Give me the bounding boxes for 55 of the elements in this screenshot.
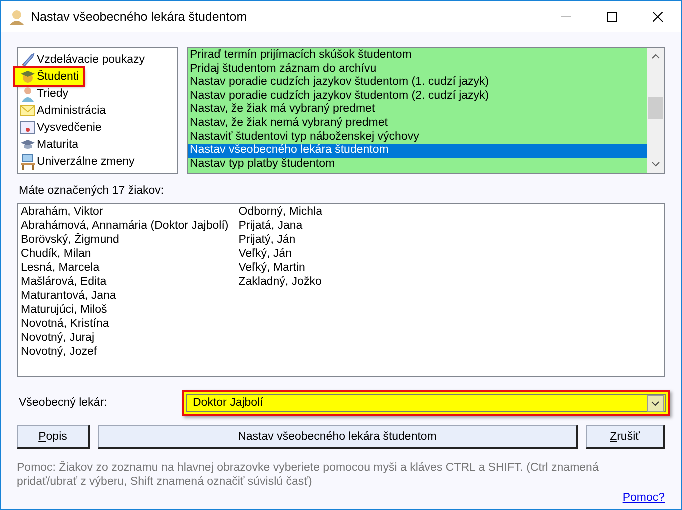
- certificate-icon: [20, 120, 36, 136]
- window-title: Nastav všeobecného lekára študentom: [31, 10, 248, 24]
- student-item[interactable]: Abrahámová, Annamária (Doktor Jajbolí): [21, 219, 229, 233]
- desk-icon: [20, 154, 36, 170]
- scrollbar[interactable]: [647, 48, 664, 173]
- category-item[interactable]: Vzdelávacie poukazy: [20, 51, 150, 68]
- student-item[interactable]: Prijatý, Ján: [238, 233, 322, 247]
- category-item[interactable]: Maturita: [20, 136, 83, 153]
- action-item[interactable]: Pridaj študentom záznam do archívu: [188, 62, 647, 76]
- student-item[interactable]: Novotný, Juraj: [21, 331, 229, 345]
- describe-button[interactable]: Popis: [17, 425, 90, 449]
- action-item[interactable]: Priraď termín prijímacích skúšok študentom: [188, 49, 647, 63]
- student-item[interactable]: Novotná, Kristína: [21, 317, 229, 331]
- category-item[interactable]: Univerzálne zmeny: [20, 153, 139, 170]
- action-item[interactable]: Nastav poradie cudzích jazykov študentom (2. cudzí jazyk): [188, 90, 647, 104]
- category-item[interactable]: Administrácia: [20, 102, 110, 119]
- scroll-thumb[interactable]: [648, 97, 663, 119]
- category-item[interactable]: Študenti: [15, 68, 84, 85]
- person-icon: [9, 8, 25, 24]
- action-item[interactable]: Nastav typ platby študentom: [188, 158, 647, 172]
- student-item[interactable]: Odborný, Michla: [238, 205, 322, 219]
- category-item[interactable]: Vysvedčenie: [20, 119, 106, 136]
- student-item[interactable]: Maturantová, Jana: [21, 289, 229, 303]
- action-item[interactable]: Nastaviť študentovi typ náboženskej výchovy: [188, 130, 647, 144]
- action-item[interactable]: Nastav poradie cudzích jazykov študentom (1. cudzí jazyk): [188, 76, 647, 90]
- student-item[interactable]: Mašlárová, Edita: [21, 275, 229, 289]
- action-item[interactable]: Nastav všeobecného lekára študentom: [188, 144, 647, 158]
- doctor-label: Všeobecný lekár:: [18, 397, 108, 409]
- student-item[interactable]: Borövský, Žigmund: [21, 233, 229, 247]
- apply-button[interactable]: Nastav všeobecného lekára študentom: [98, 425, 578, 449]
- student-item[interactable]: Lesná, Marcela: [21, 261, 229, 275]
- selection-count-label: Máte označených 17 žiakov:: [19, 185, 166, 197]
- doctor-dropdown[interactable]: Doktor Jajbolí: [182, 390, 670, 416]
- student-item[interactable]: Novotný, Jozef: [21, 345, 229, 359]
- help-link[interactable]: Pomoc?: [622, 492, 665, 504]
- caret-icon: [647, 394, 664, 412]
- action-item[interactable]: Nastav, že žiak má vybraný predmet: [188, 103, 647, 117]
- category-item[interactable]: Triedy: [20, 85, 73, 102]
- envelope-icon: [20, 102, 36, 118]
- graduate-icon: [20, 68, 36, 84]
- student-item[interactable]: Chudík, Milan: [21, 247, 229, 261]
- student-item[interactable]: Abrahám, Viktor: [21, 205, 229, 219]
- student-item[interactable]: Zakladný, Jožko: [238, 275, 322, 289]
- scroll-down-icon: [652, 162, 660, 167]
- student-item[interactable]: Veľký, Ján: [238, 247, 322, 261]
- person-icon: [20, 86, 36, 102]
- student-item[interactable]: Prijatá, Jana: [238, 219, 322, 233]
- scroll-up-icon: [652, 54, 660, 59]
- maximize-icon: [607, 12, 617, 22]
- close-icon: [653, 12, 663, 22]
- help-text: Pomoc: Žiakov zo zoznamu na hlavnej obrazovke vyberiete pomocou myši a kláves CTRL a SHIFT. (Ctrl znamená pridať/ubrať z výberu, Shift znamená označiť súvislú časť): [17, 461, 600, 489]
- student-item[interactable]: Veľký, Martin: [238, 261, 322, 275]
- action-item[interactable]: Nastav, že žiak nemá vybraný predmet: [188, 116, 647, 131]
- cancel-button[interactable]: Zrušiť: [586, 425, 665, 449]
- student-item[interactable]: Maturujúci, Miloš: [21, 303, 229, 317]
